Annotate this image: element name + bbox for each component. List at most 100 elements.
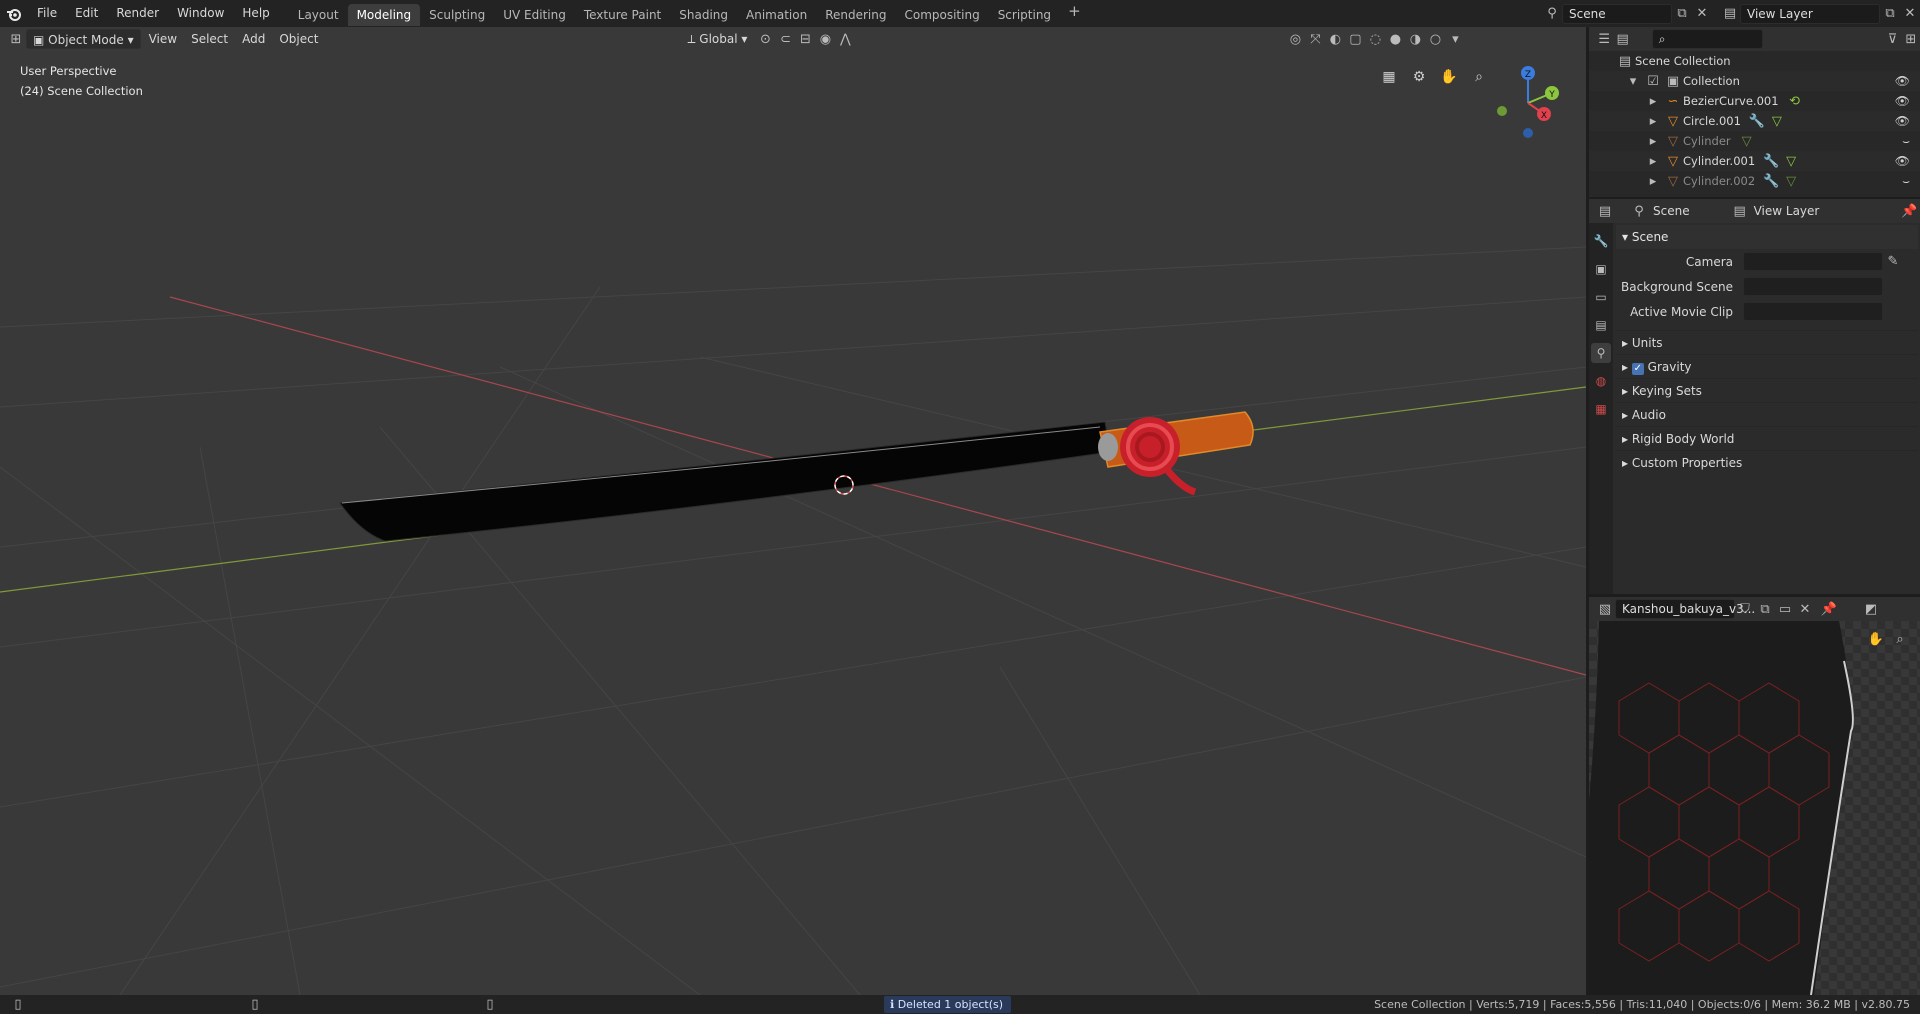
- pivot-point-icon[interactable]: ⊙: [755, 29, 775, 49]
- menu-select[interactable]: Select: [185, 29, 234, 49]
- tab-layout[interactable]: Layout: [289, 4, 348, 26]
- tab-sculpting[interactable]: Sculpting: [420, 4, 494, 26]
- scene-tab-icon[interactable]: ⚲: [1591, 343, 1611, 363]
- render-tab-icon[interactable]: ▣: [1591, 259, 1611, 279]
- editor-type-icon[interactable]: ⊞: [6, 29, 26, 49]
- tab-texture-paint[interactable]: Texture Paint: [575, 4, 670, 26]
- outliner-row-circle[interactable]: ▸ ▽ Circle.001 🔧 ▽ 👁: [1589, 111, 1920, 131]
- pin-icon[interactable]: 📌: [1819, 599, 1839, 619]
- falloff-icon[interactable]: ⋀: [835, 29, 855, 49]
- new-view-layer-icon[interactable]: ⧉: [1880, 4, 1900, 24]
- menu-edit[interactable]: Edit: [66, 0, 107, 27]
- eye-icon[interactable]: 👁: [1895, 114, 1910, 128]
- menu-window[interactable]: Window: [168, 0, 233, 27]
- units-panel[interactable]: ▸ Units: [1616, 330, 1918, 354]
- view-layer-tab-icon[interactable]: ▤: [1591, 315, 1611, 335]
- 3d-viewport[interactable]: ⊞ ▣ Object Mode ▾ View Select Add Object…: [0, 27, 1586, 995]
- output-tab-icon[interactable]: ▭: [1591, 287, 1611, 307]
- add-workspace-icon[interactable]: +: [1060, 2, 1089, 26]
- outliner-row-collection[interactable]: ▾ ☑ ▣ Collection 👁: [1589, 71, 1920, 91]
- visibility-icon[interactable]: ◎: [1285, 29, 1305, 49]
- scene-panel-header[interactable]: ▾ Scene: [1616, 225, 1918, 249]
- world-tab-icon[interactable]: ◍: [1591, 371, 1611, 391]
- outliner-row-scene-collection[interactable]: ▤ Scene Collection: [1589, 51, 1920, 71]
- custom-properties-panel[interactable]: ▸ Custom Properties: [1616, 450, 1918, 474]
- outliner-search-input[interactable]: ⌕: [1651, 29, 1764, 49]
- outliner-editor-icon[interactable]: ☰: [1595, 29, 1613, 49]
- transform-orientation[interactable]: ⟂ Global ▾: [681, 29, 753, 49]
- unlink-image-icon[interactable]: ✕: [1795, 599, 1815, 619]
- sword-blade[interactable]: [339, 421, 1111, 542]
- image-canvas[interactable]: ✋ ⌕: [1589, 621, 1920, 995]
- toggle-camera-view-icon[interactable]: ▦: [1377, 65, 1401, 89]
- open-image-icon[interactable]: ▭: [1775, 599, 1795, 619]
- tab-rendering[interactable]: Rendering: [816, 4, 895, 26]
- solid-shading-icon[interactable]: ●: [1385, 29, 1405, 49]
- menu-view[interactable]: View: [143, 29, 183, 49]
- zoom-icon[interactable]: ⌕: [1467, 65, 1491, 89]
- gravity-panel[interactable]: ▸ ✓ Gravity: [1616, 354, 1918, 378]
- overlay-toggle-icon[interactable]: ◐: [1325, 29, 1345, 49]
- chevron-down-icon[interactable]: ▾: [1623, 71, 1643, 91]
- fake-user-icon[interactable]: ⛉: [1735, 599, 1755, 619]
- background-scene-field[interactable]: [1743, 277, 1883, 296]
- navigation-gizmo[interactable]: Z Y X: [1490, 63, 1566, 139]
- image-editor[interactable]: ▧ Kanshou_bakuya_v3... ⛉ ⧉ ▭ ✕ 📌 ◩ ✋ ⌕: [1589, 597, 1920, 995]
- image-name-field[interactable]: Kanshou_bakuya_v3...: [1615, 599, 1755, 619]
- filter-icon[interactable]: ⊽: [1883, 29, 1901, 49]
- gizmo-toggle-icon[interactable]: ⤧: [1305, 29, 1325, 49]
- tab-scripting[interactable]: Scripting: [989, 4, 1060, 26]
- view-layer-icon[interactable]: ▤: [1720, 4, 1740, 24]
- blender-logo-icon[interactable]: [0, 0, 28, 27]
- pan-hand-icon[interactable]: ✋: [1866, 629, 1886, 649]
- properties-editor-icon[interactable]: ▤: [1595, 201, 1615, 221]
- tab-animation[interactable]: Animation: [737, 4, 816, 26]
- menu-add[interactable]: Add: [236, 29, 271, 49]
- new-scene-icon[interactable]: ⧉: [1672, 4, 1692, 24]
- scene-selector[interactable]: Scene: [1562, 3, 1672, 24]
- exclude-checkbox-icon[interactable]: ☑: [1643, 71, 1663, 91]
- rigid-body-world-panel[interactable]: ▸ Rigid Body World: [1616, 426, 1918, 450]
- shading-options-icon[interactable]: ▾: [1445, 29, 1465, 49]
- zoom-icon[interactable]: ⌕: [1890, 629, 1910, 649]
- proportional-edit-icon[interactable]: ◉: [815, 29, 835, 49]
- audio-panel[interactable]: ▸ Audio: [1616, 402, 1918, 426]
- display-mode-icon[interactable]: ▤: [1613, 29, 1631, 49]
- image-editor-type-icon[interactable]: ▧: [1595, 599, 1615, 619]
- xray-icon[interactable]: ▢: [1345, 29, 1365, 49]
- outliner[interactable]: ☰ ▤ ⌕ ⊽ ⊞ ▤ Scene Collection ▾ ☑ ▣ Colle…: [1589, 27, 1920, 197]
- eye-icon[interactable]: 👁: [1895, 154, 1910, 168]
- chevron-right-icon[interactable]: ▸: [1643, 131, 1663, 151]
- eye-closed-icon[interactable]: ⌣: [1902, 134, 1910, 149]
- chevron-right-icon[interactable]: ▸: [1643, 111, 1663, 131]
- rendered-shading-icon[interactable]: ○: [1425, 29, 1445, 49]
- eye-icon[interactable]: 👁: [1895, 74, 1910, 88]
- active-movie-clip-field[interactable]: [1743, 302, 1883, 321]
- camera-field[interactable]: [1743, 252, 1883, 271]
- menu-object[interactable]: Object: [273, 29, 324, 49]
- chevron-right-icon[interactable]: ▸: [1643, 151, 1663, 171]
- outliner-row-beziercurve[interactable]: ▸ ∽ BezierCurve.001 ⟲ 👁: [1589, 91, 1920, 111]
- tab-uv-editing[interactable]: UV Editing: [494, 4, 575, 26]
- tab-compositing[interactable]: Compositing: [895, 4, 988, 26]
- outliner-row-cylinder-002[interactable]: ▸ ▽ Cylinder.002 🔧 ▽ ⌣: [1589, 171, 1920, 191]
- gravity-checkbox-icon[interactable]: ✓: [1631, 363, 1644, 375]
- menu-file[interactable]: File: [28, 0, 66, 27]
- delete-view-layer-icon[interactable]: ✕: [1900, 4, 1920, 24]
- new-image-icon[interactable]: ⧉: [1755, 599, 1775, 619]
- menu-help[interactable]: Help: [233, 0, 278, 27]
- view-layer-selector[interactable]: View Layer: [1740, 3, 1880, 24]
- camera-icon[interactable]: ⚙: [1407, 65, 1431, 89]
- mode-selector[interactable]: ▣ Object Mode ▾: [26, 29, 141, 49]
- keying-sets-panel[interactable]: ▸ Keying Sets: [1616, 378, 1918, 402]
- chevron-right-icon[interactable]: ▸: [1643, 171, 1663, 191]
- properties-editor[interactable]: ▤ ⚲ Scene ▤ View Layer 📌 🔧 ▣ ▭ ▤ ⚲ ◍ ▦ ▾…: [1589, 199, 1920, 594]
- outliner-row-cylinder-001[interactable]: ▸ ▽ Cylinder.001 🔧 ▽ 👁: [1589, 151, 1920, 171]
- delete-scene-icon[interactable]: ✕: [1692, 4, 1712, 24]
- snap-target-icon[interactable]: ⊟: [795, 29, 815, 49]
- eyedropper-icon[interactable]: ✎: [1883, 252, 1903, 272]
- pin-icon[interactable]: 📌: [1899, 201, 1919, 221]
- display-channels-icon[interactable]: ◩: [1861, 599, 1881, 619]
- tab-modeling[interactable]: Modeling: [347, 3, 421, 26]
- chevron-right-icon[interactable]: ▸: [1643, 91, 1663, 111]
